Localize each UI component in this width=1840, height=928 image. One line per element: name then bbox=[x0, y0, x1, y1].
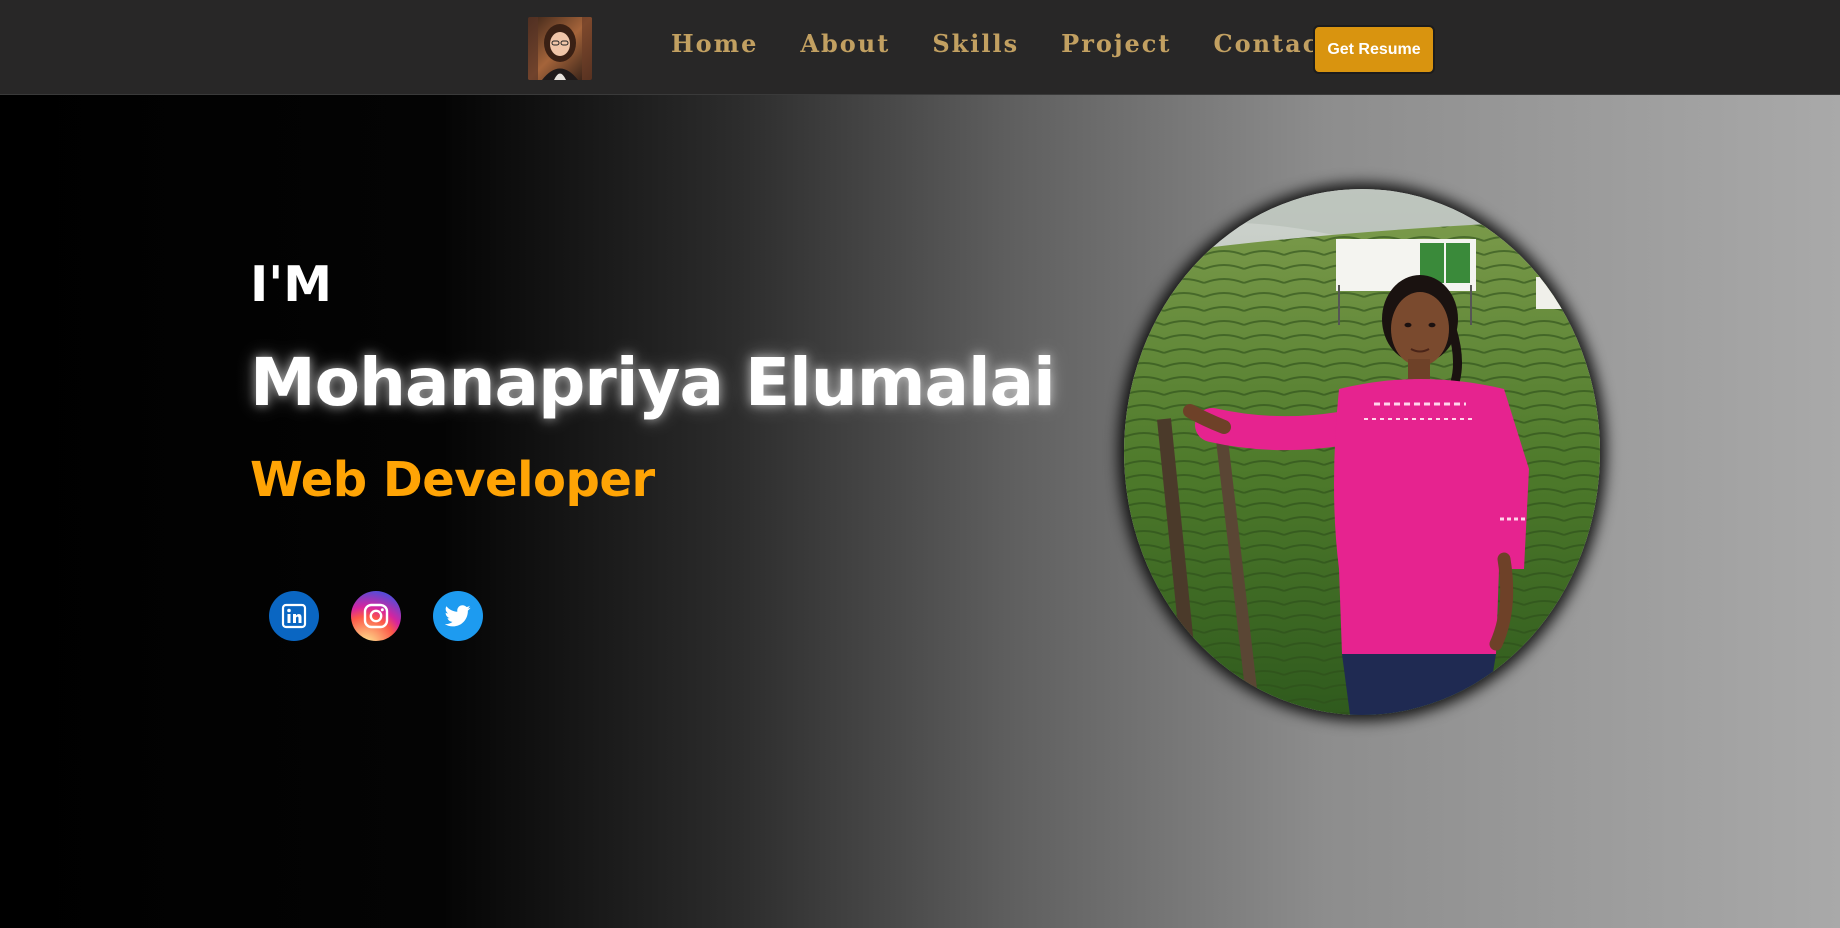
profile-portrait bbox=[1124, 189, 1600, 715]
linkedin-icon[interactable] bbox=[269, 591, 319, 641]
nav-link-skills[interactable]: Skills bbox=[911, 24, 1040, 64]
twitter-icon[interactable] bbox=[433, 591, 483, 641]
portfolio-page: Home About Skills Project Contact Get Re… bbox=[0, 0, 1840, 928]
instagram-icon[interactable] bbox=[351, 591, 401, 641]
hero-name: Mohanapriya Elumalai bbox=[250, 344, 1056, 421]
top-navbar: Home About Skills Project Contact Get Re… bbox=[0, 0, 1840, 95]
hero-intro: I'M bbox=[250, 256, 332, 313]
nav-link-home[interactable]: Home bbox=[650, 24, 779, 64]
nav-links: Home About Skills Project Contact bbox=[650, 24, 1353, 64]
nav-link-project[interactable]: Project bbox=[1040, 24, 1192, 64]
nav-link-about[interactable]: About bbox=[779, 24, 911, 64]
brand-avatar[interactable] bbox=[528, 17, 592, 80]
twitter-bird-glyph bbox=[445, 605, 471, 627]
linkedin-glyph bbox=[281, 603, 307, 629]
get-resume-button[interactable]: Get Resume bbox=[1313, 25, 1435, 74]
avatar-illustration bbox=[528, 17, 592, 80]
portrait-illustration bbox=[1124, 189, 1600, 715]
hero-role: Web Developer bbox=[250, 452, 655, 508]
social-links bbox=[269, 591, 483, 641]
instagram-glyph bbox=[363, 603, 389, 629]
